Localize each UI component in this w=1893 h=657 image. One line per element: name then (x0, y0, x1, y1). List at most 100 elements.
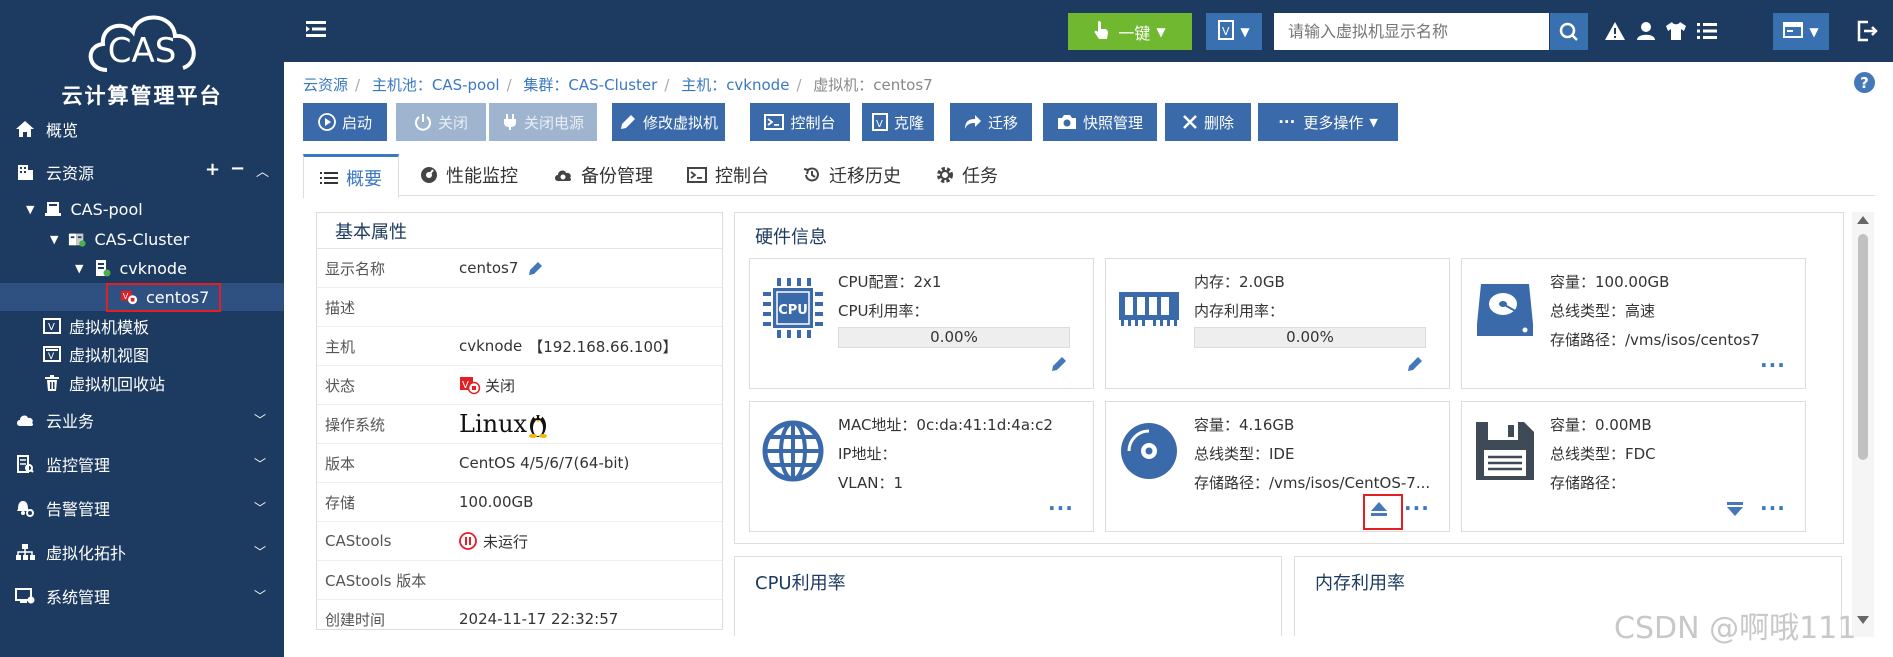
tab-performance[interactable]: 性能监控 (420, 154, 518, 196)
search-button[interactable] (1550, 13, 1588, 50)
detail-tabs: 概要 性能监控 备份管理 控制台 迁移历史 任务 (303, 154, 1875, 198)
scroll-up-arrow-icon[interactable] (1857, 216, 1869, 224)
nav-vm-template-label: 虚拟机模板 (69, 318, 150, 337)
breadcrumb-cluster[interactable]: 集群：CAS-Cluster (523, 76, 657, 94)
cdrom-path: 存储路径：/vms/isos/CentOS-7... (1194, 474, 1431, 492)
menu-toggle-icon[interactable] (304, 18, 328, 42)
basic-properties-panel: 基本属性 显示名称 centos7 描述 主机 cvknode 【192.168.… (316, 212, 723, 630)
user-icon[interactable] (1633, 18, 1659, 44)
nav-topology[interactable]: 虚拟化拓扑 ﹀ (0, 537, 284, 567)
nav-cloud-resources-label: 云资源 (46, 164, 95, 183)
chevron-down-icon[interactable]: ﹀ (254, 543, 266, 560)
memory-module-icon (1116, 275, 1182, 341)
minus-icon[interactable]: − (230, 158, 245, 179)
disk-bus: 总线类型：高速 (1550, 302, 1656, 320)
terminal-icon (687, 167, 707, 183)
prop-row-display-name: 显示名称 centos7 (317, 249, 722, 288)
more-dots-icon[interactable]: ··· (1404, 498, 1430, 518)
breadcrumb-root[interactable]: 云资源 (303, 76, 348, 94)
edit-pencil-icon[interactable] (1406, 355, 1424, 377)
snapshot-button[interactable]: 快照管理 (1043, 103, 1157, 141)
theme-shirt-icon[interactable] (1663, 18, 1689, 44)
tree-item-host[interactable]: ▼ cvknode (75, 255, 187, 281)
migrate-button[interactable]: 迁移 (950, 103, 1032, 141)
nav-overview[interactable]: 概览 (0, 114, 284, 144)
caret-down-icon[interactable]: ▼ (26, 203, 34, 216)
nav-cloud-business[interactable]: 云业务 ﹀ (0, 405, 284, 435)
console-button[interactable]: 控制台 (750, 103, 850, 141)
content-scrollbar[interactable] (1852, 212, 1874, 637)
one-click-button[interactable]: 一键 ▼ (1068, 13, 1192, 50)
vm-type-dropdown[interactable]: V ▼ (1206, 13, 1262, 50)
more-actions-button[interactable]: ··· 更多操作 ▼ (1258, 103, 1398, 141)
cluster-icon (68, 230, 87, 248)
cpu-usage-value: 0.00% (930, 328, 978, 346)
power-off-button[interactable]: 关闭电源 (489, 103, 597, 141)
scrollbar-thumb[interactable] (1858, 234, 1868, 460)
nav-system[interactable]: 系统管理 ﹀ (0, 581, 284, 611)
prop-key: 存储 (325, 493, 356, 512)
warning-icon[interactable] (1602, 18, 1628, 44)
start-label: 启动 (341, 113, 372, 132)
hardware-info-title: 硬件信息 (755, 227, 827, 248)
memory-card: 内存：2.0GB 内存利用率： 0.00% (1105, 258, 1450, 389)
nav-vm-recycle[interactable]: 虚拟机回收站 (43, 370, 165, 396)
nav-monitoring[interactable]: 监控管理 ﹀ (0, 449, 284, 479)
nav-overview-label: 概览 (46, 121, 79, 140)
add-icon[interactable]: + (205, 159, 220, 180)
delete-button[interactable]: 删除 (1165, 103, 1251, 141)
tab-migration-history[interactable]: 迁移历史 (803, 154, 901, 196)
prop-value: 未运行 (483, 532, 529, 551)
more-dots-icon[interactable]: ··· (1048, 498, 1074, 518)
linux-logo: Linux (459, 410, 528, 438)
list-icon[interactable] (1694, 18, 1720, 44)
disk-card: 容量：100.00GB 总线类型：高速 存储路径：/vms/isos/cento… (1461, 258, 1806, 389)
tree-item-cluster[interactable]: ▼ CAS-Cluster (50, 226, 189, 252)
chevron-down-icon[interactable]: ﹀ (254, 411, 266, 428)
nav-cloud-resources[interactable]: 云资源 + − ︿ (0, 157, 284, 187)
tab-console[interactable]: 控制台 (687, 154, 769, 196)
chevron-down-icon[interactable]: ﹀ (254, 587, 266, 604)
prop-key: 显示名称 (325, 259, 386, 278)
scroll-down-arrow-icon[interactable] (1857, 616, 1869, 624)
chevron-up-icon[interactable]: ︿ (256, 161, 269, 180)
start-button[interactable]: 启动 (303, 103, 387, 141)
caret-down-icon[interactable]: ▼ (75, 262, 83, 275)
eject-down-icon[interactable] (1726, 501, 1744, 521)
modify-vm-button[interactable]: 修改虚拟机 (612, 103, 725, 141)
edit-pencil-icon[interactable] (528, 260, 544, 276)
tab-overview[interactable]: 概要 (303, 154, 399, 198)
network-mac: MAC地址：0c:da:41:1d:4a:c2 (838, 416, 1053, 434)
vm-search-input[interactable] (1274, 13, 1549, 50)
nav-alarm[interactable]: 告警管理 ﹀ (0, 493, 284, 523)
shutdown-button[interactable]: 关闭 (396, 103, 486, 141)
chevron-down-icon[interactable]: ﹀ (254, 499, 266, 516)
home-icon (14, 119, 36, 139)
caret-down-icon[interactable]: ▼ (50, 233, 58, 246)
tab-backup[interactable]: 备份管理 (553, 154, 653, 196)
prop-value[interactable]: cvknode (459, 337, 522, 355)
more-dots-icon[interactable]: ··· (1760, 498, 1786, 518)
tree-item-pool[interactable]: ▼ CAS-pool (26, 196, 143, 222)
chevron-down-icon[interactable]: ﹀ (254, 455, 266, 472)
help-icon[interactable]: ? (1854, 72, 1875, 93)
layout-dropdown[interactable]: ▼ (1773, 13, 1829, 50)
prop-row-storage: 存储 100.00GB (317, 483, 722, 522)
tab-task[interactable]: 任务 (936, 154, 998, 196)
nav-vm-template[interactable]: V 虚拟机模板 (43, 313, 149, 339)
svg-text:CPU: CPU (778, 303, 808, 318)
cpu-usage-chart-panel: CPU利用率 (734, 556, 1282, 636)
breadcrumb-host[interactable]: 主机：cvknode (681, 76, 789, 94)
clone-label: 克隆 (893, 113, 924, 132)
edit-pencil-icon[interactable] (1050, 355, 1068, 377)
tux-penguin-icon (529, 415, 548, 438)
clone-button[interactable]: V 克隆 (862, 103, 934, 141)
logout-icon[interactable] (1854, 18, 1880, 44)
console-label: 控制台 (790, 113, 836, 132)
share-arrow-icon (964, 115, 981, 129)
more-dots-icon[interactable]: ··· (1760, 355, 1786, 375)
nav-vm-view[interactable]: V 虚拟机视图 (43, 341, 149, 367)
ellipsis-icon: ··· (1278, 113, 1296, 131)
breadcrumb-pool[interactable]: 主机池：CAS-pool (372, 76, 500, 94)
breadcrumb: 云资源 / 主机池：CAS-pool / 集群：CAS-Cluster / 主机：cv… (303, 76, 933, 94)
